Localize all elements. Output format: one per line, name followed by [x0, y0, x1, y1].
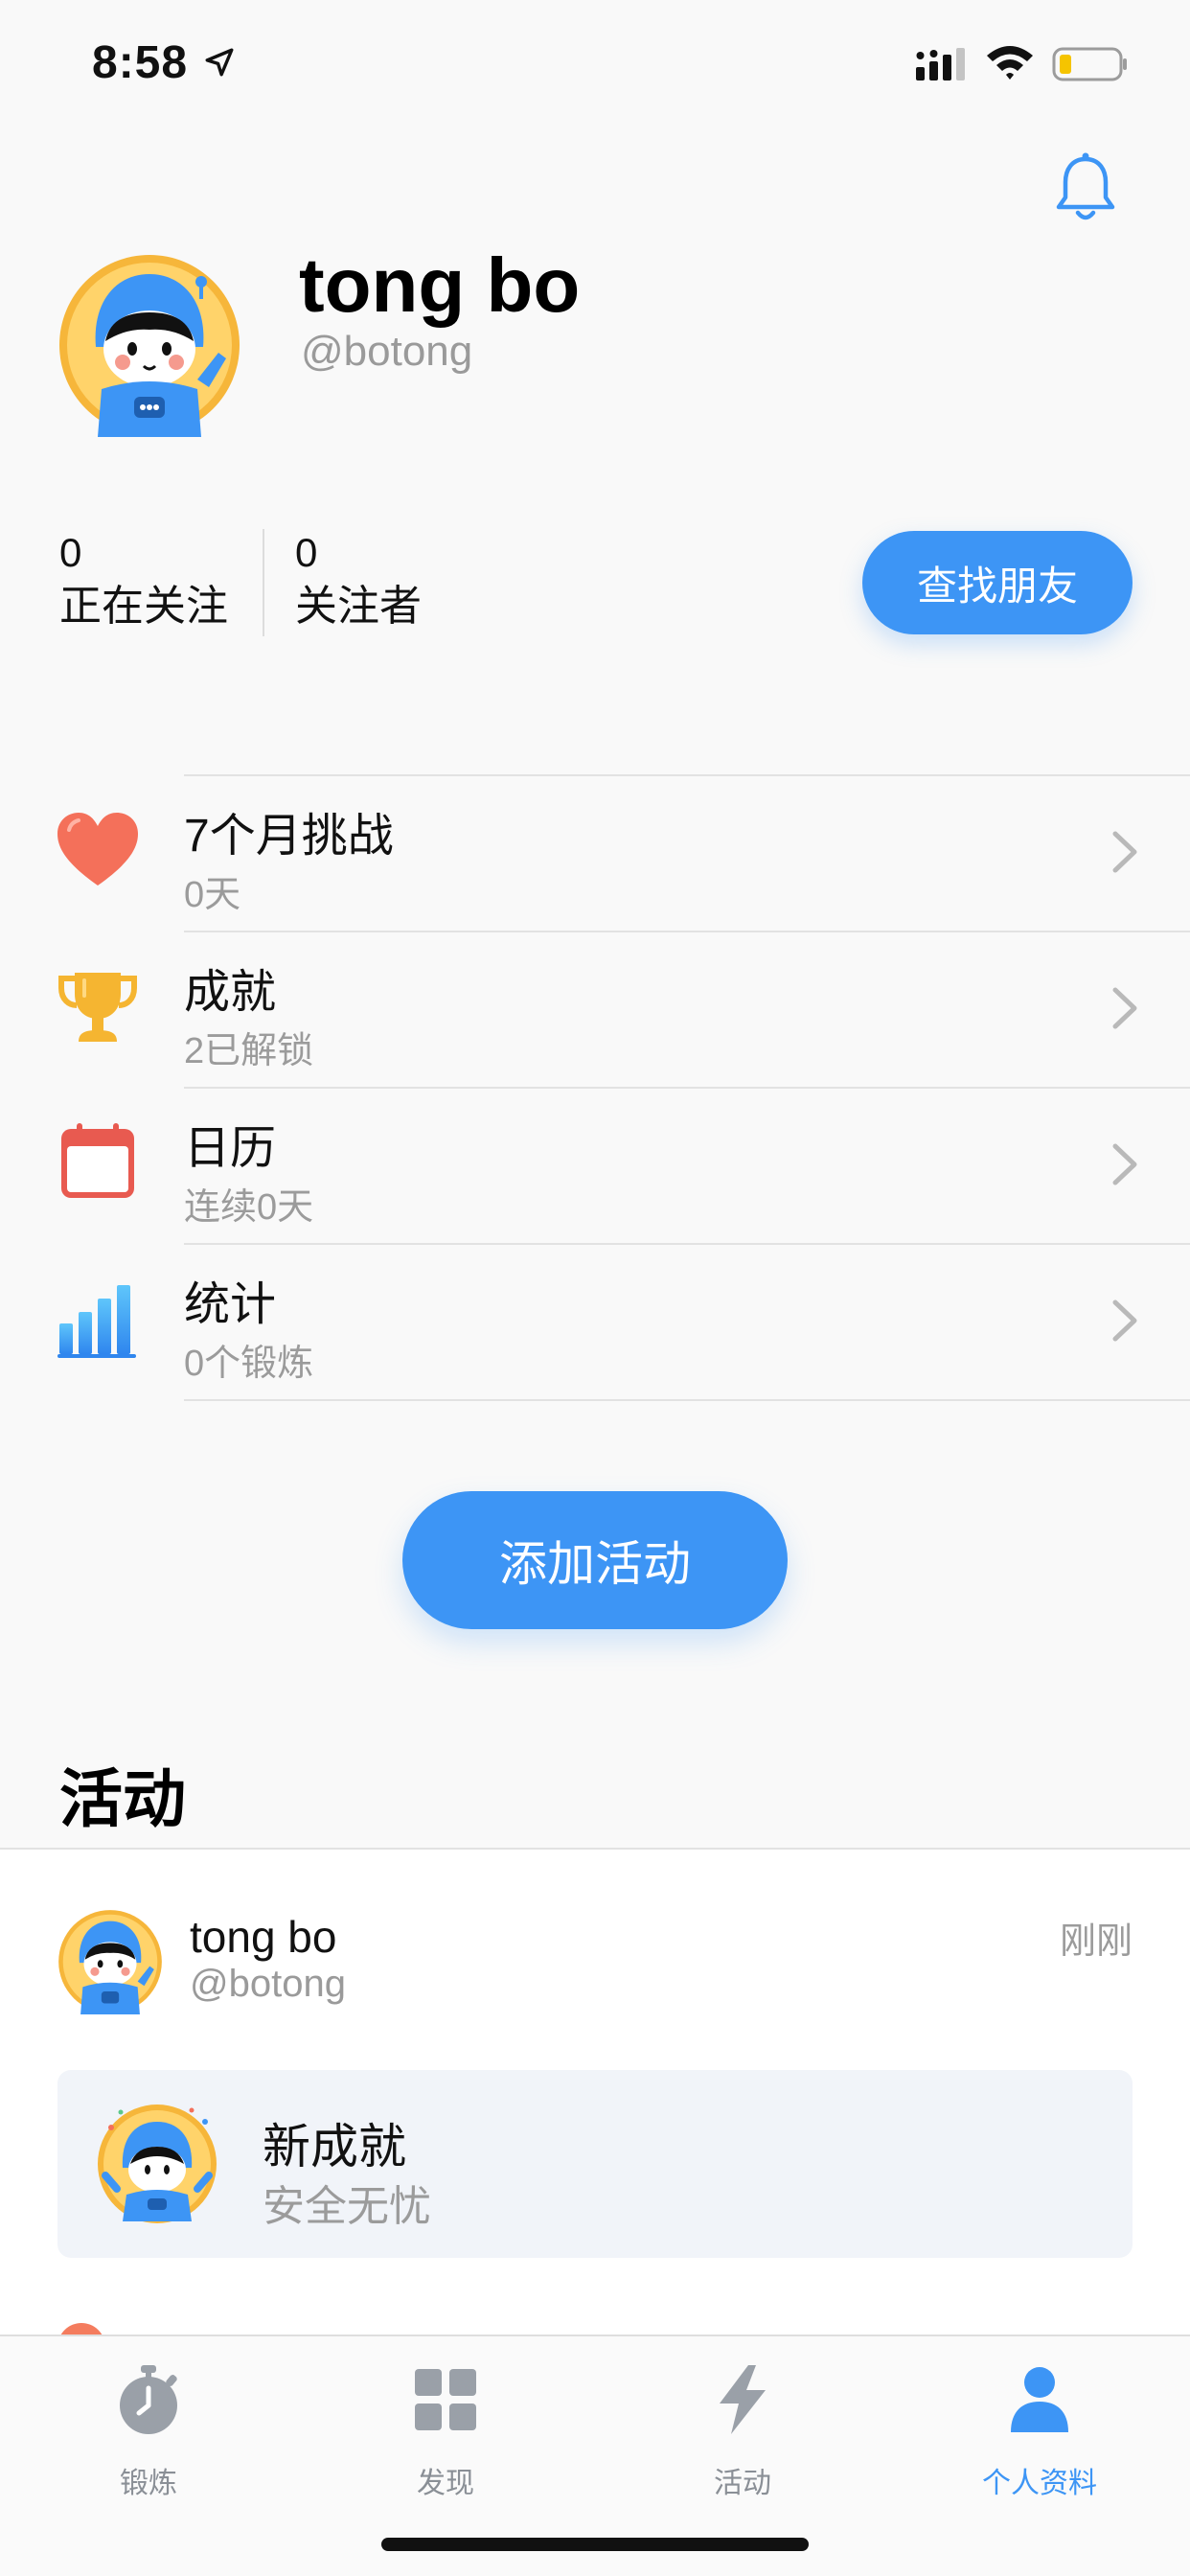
bar-chart-icon — [57, 1285, 136, 1358]
find-friends-button[interactable]: 查找朋友 — [862, 531, 1133, 634]
chevron-right-icon — [1112, 987, 1137, 1029]
tab-label: 活动 — [714, 2468, 771, 2499]
profile-menu: 7个月挑战 0天 成就 2已解锁 日历 连续0天 统计 0个锻炼 — [0, 774, 1190, 1401]
trophy-icon — [58, 973, 137, 1042]
activity-section-title: 活动 — [59, 1763, 186, 1834]
followers-stat[interactable]: 0 关注者 — [295, 529, 422, 636]
menu-item-title: 7个月挑战 — [184, 811, 394, 862]
tab-discover[interactable]: 发现 — [297, 2354, 594, 2507]
tab-profile[interactable]: 个人资料 — [891, 2354, 1188, 2507]
lightning-icon — [720, 2365, 766, 2434]
following-count: 0 — [59, 530, 82, 575]
feed-timestamp: 刚刚 — [1059, 1921, 1133, 1962]
chevron-right-icon — [1112, 831, 1137, 873]
menu-item-title: 日历 — [184, 1123, 277, 1174]
chevron-right-icon — [1112, 1143, 1137, 1185]
cellular-signal-icon — [916, 48, 965, 80]
location-arrow-icon — [205, 48, 234, 77]
grid-icon — [415, 2369, 476, 2430]
tab-label: 锻炼 — [120, 2468, 177, 2499]
user-handle: @botong — [301, 328, 473, 375]
add-activity-button[interactable]: 添加活动 — [402, 1491, 788, 1629]
followers-count: 0 — [295, 530, 318, 575]
home-indicator[interactable] — [381, 2538, 809, 2551]
feed-user-name: tong bo — [190, 1912, 337, 1962]
tab-label: 发现 — [417, 2468, 474, 2499]
menu-item-title: 成就 — [184, 967, 277, 1018]
menu-item-subtitle: 0天 — [184, 875, 241, 915]
following-label: 正在关注 — [59, 583, 228, 631]
menu-item-challenge[interactable]: 7个月挑战 0天 — [0, 774, 1190, 931]
menu-item-subtitle: 0个锻炼 — [184, 1344, 314, 1384]
menu-item-subtitle: 连续0天 — [184, 1187, 314, 1228]
followers-label: 关注者 — [295, 583, 422, 631]
menu-item-achievements[interactable]: 成就 2已解锁 — [0, 931, 1190, 1087]
status-time: 8:58 — [92, 37, 189, 88]
tab-activity[interactable]: 活动 — [594, 2354, 891, 2507]
achievement-badge-icon — [98, 2104, 217, 2223]
stopwatch-icon — [120, 2365, 177, 2434]
avatar[interactable] — [57, 253, 241, 437]
calendar-icon — [61, 1123, 134, 1198]
menu-item-title: 统计 — [184, 1279, 277, 1330]
activity-feed-item[interactable]: tong bo @botong 刚刚 新成就 安全无忧 — [0, 1848, 1190, 2371]
avatar[interactable] — [57, 1909, 163, 2014]
menu-item-calendar[interactable]: 日历 连续0天 — [0, 1087, 1190, 1243]
menu-item-stats[interactable]: 统计 0个锻炼 — [0, 1243, 1190, 1401]
tab-label: 个人资料 — [982, 2468, 1097, 2499]
following-stat[interactable]: 0 正在关注 — [59, 529, 228, 636]
wifi-icon — [987, 46, 1033, 80]
notification-bell-icon[interactable] — [1052, 151, 1119, 224]
achievement-title: 新成就 — [263, 2120, 406, 2174]
tab-train[interactable]: 锻炼 — [0, 2354, 297, 2507]
achievement-card[interactable]: 新成就 安全无忧 — [57, 2070, 1133, 2258]
heart-icon — [57, 813, 138, 886]
user-name: tong bo — [299, 242, 581, 328]
menu-item-subtitle: 2已解锁 — [184, 1031, 314, 1071]
battery-icon — [1052, 47, 1127, 81]
status-bar: 8:58 — [0, 0, 1190, 126]
achievement-subtitle: 安全无忧 — [263, 2183, 431, 2230]
person-icon — [1011, 2367, 1068, 2432]
chevron-right-icon — [1112, 1300, 1137, 1342]
stat-divider — [263, 529, 264, 636]
feed-user-handle: @botong — [190, 1963, 346, 2005]
